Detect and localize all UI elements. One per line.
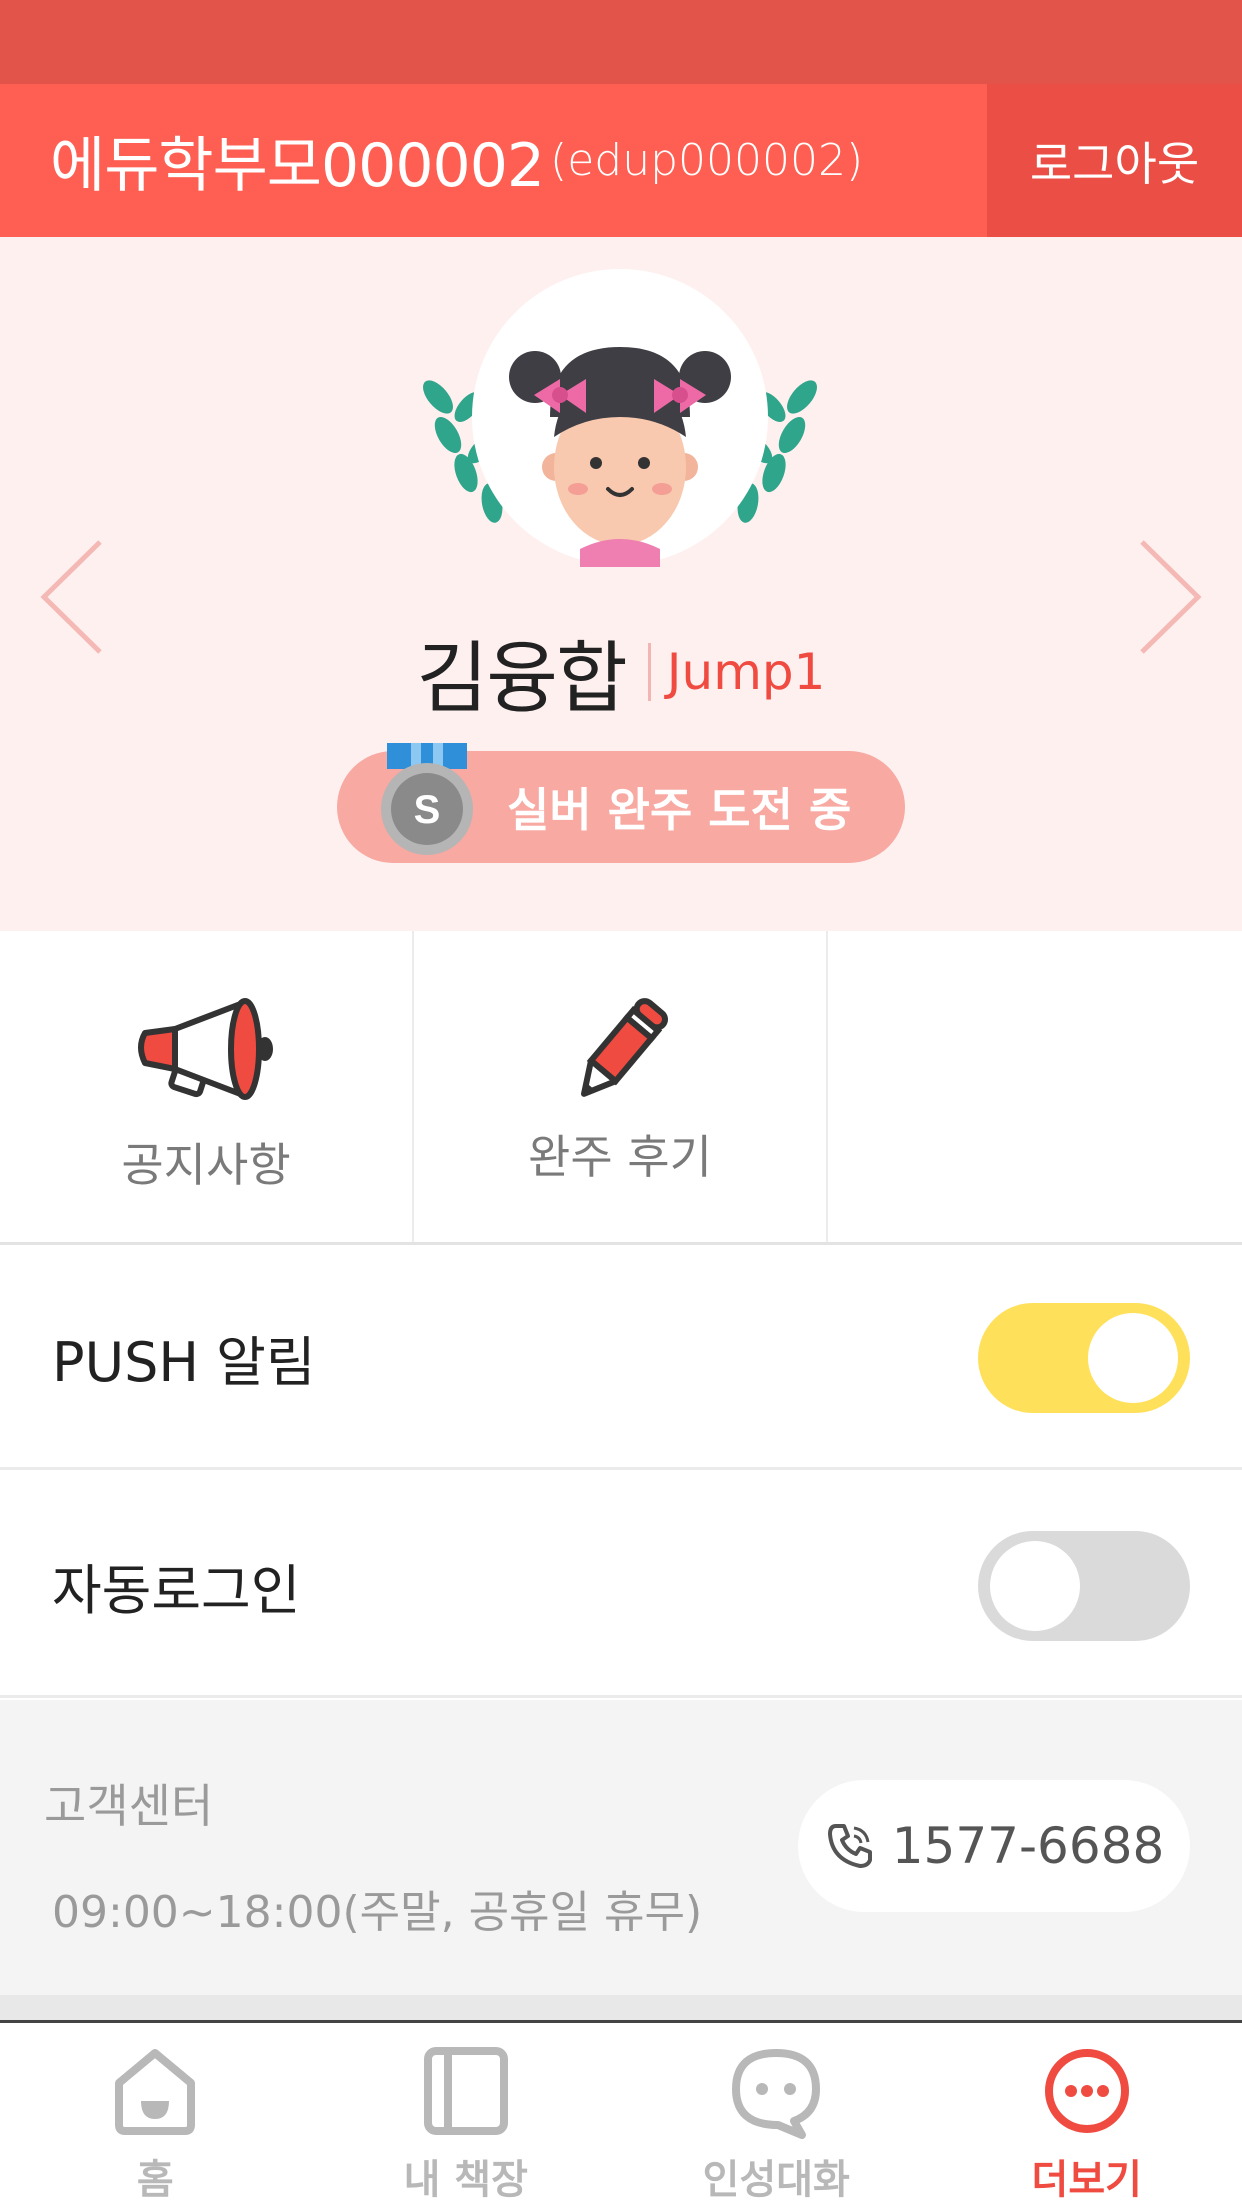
phone-number: 1577-6688 (891, 1817, 1165, 1875)
call-button[interactable]: 1577-6688 (798, 1780, 1190, 1912)
status-bar (0, 0, 1242, 84)
tab-more[interactable]: 더보기 (932, 2023, 1242, 2208)
bookshelf-icon (423, 2047, 508, 2135)
tab-home[interactable]: 홈 (0, 2023, 311, 2208)
medal-letter: S (414, 788, 441, 832)
child-info: 김융합 Jump1 (0, 622, 1242, 724)
customer-center: 고객센터 09:00~18:00(주말, 공휴일 휴무) 1577-6688 (0, 1700, 1242, 1995)
account-title: 에듀학부모000002 (edup000002) (50, 84, 863, 237)
child-avatar (423, 269, 817, 567)
notice-label: 공지사항 (121, 1138, 291, 1192)
more-icon (1044, 2049, 1129, 2133)
auto-login-toggle[interactable] (978, 1531, 1190, 1641)
account-name: 에듀학부모000002 (50, 131, 545, 201)
tab-bookshelf[interactable]: 내 책장 (311, 2023, 622, 2208)
challenge-label: 실버 완주 도전 중 (507, 783, 852, 837)
push-toggle-knob (1088, 1313, 1178, 1403)
tab-more-label: 더보기 (1031, 2157, 1142, 2203)
tab-home-label: 홈 (136, 2157, 174, 2203)
auto-login-label: 자동로그인 (52, 1559, 301, 1622)
menu-grid: 공지사항 완주 후기 (0, 931, 1242, 1245)
tab-bookshelf-label: 내 책장 (403, 2157, 528, 2203)
megaphone-icon (138, 998, 273, 1100)
phone-icon (827, 1824, 872, 1868)
auto-login-toggle-knob (990, 1541, 1080, 1631)
push-setting-row: PUSH 알림 (0, 1245, 1242, 1470)
tab-character-chat[interactable]: 인성대화 (621, 2023, 932, 2208)
silver-medal-icon: S (381, 743, 473, 855)
child-name: 김융합 (416, 634, 628, 724)
customer-center-title: 고객센터 (44, 1779, 214, 1833)
app-header: 에듀학부모000002 (edup000002) 로그아웃 (0, 84, 1242, 237)
child-level: Jump1 (666, 643, 826, 701)
review-label: 완주 후기 (528, 1130, 712, 1184)
empty-menu-cell (828, 931, 1242, 1242)
review-menu-item[interactable]: 완주 후기 (414, 931, 828, 1242)
push-toggle[interactable] (978, 1303, 1190, 1413)
account-id: (edup000002) (550, 135, 864, 186)
push-label: PUSH 알림 (52, 1331, 316, 1394)
auto-login-setting-row: 자동로그인 (0, 1473, 1242, 1698)
home-icon (115, 2049, 196, 2135)
tab-character-chat-label: 인성대화 (702, 2157, 850, 2203)
support-divider (0, 1995, 1242, 2020)
name-divider (647, 643, 651, 701)
bottom-tab-bar: 홈 내 책장 인성대화 더보기 (0, 2020, 1242, 2208)
chat-icon (732, 2049, 821, 2139)
challenge-badge: S 실버 완주 도전 중 (337, 743, 905, 863)
notice-menu-item[interactable]: 공지사항 (0, 931, 414, 1242)
pencil-icon (581, 998, 668, 1097)
logout-button[interactable]: 로그아웃 (987, 84, 1242, 237)
profile-section: 김융합 Jump1 S 실버 완주 도전 중 (0, 237, 1242, 931)
customer-center-hours: 09:00~18:00(주말, 공휴일 휴무) (52, 1887, 703, 1938)
